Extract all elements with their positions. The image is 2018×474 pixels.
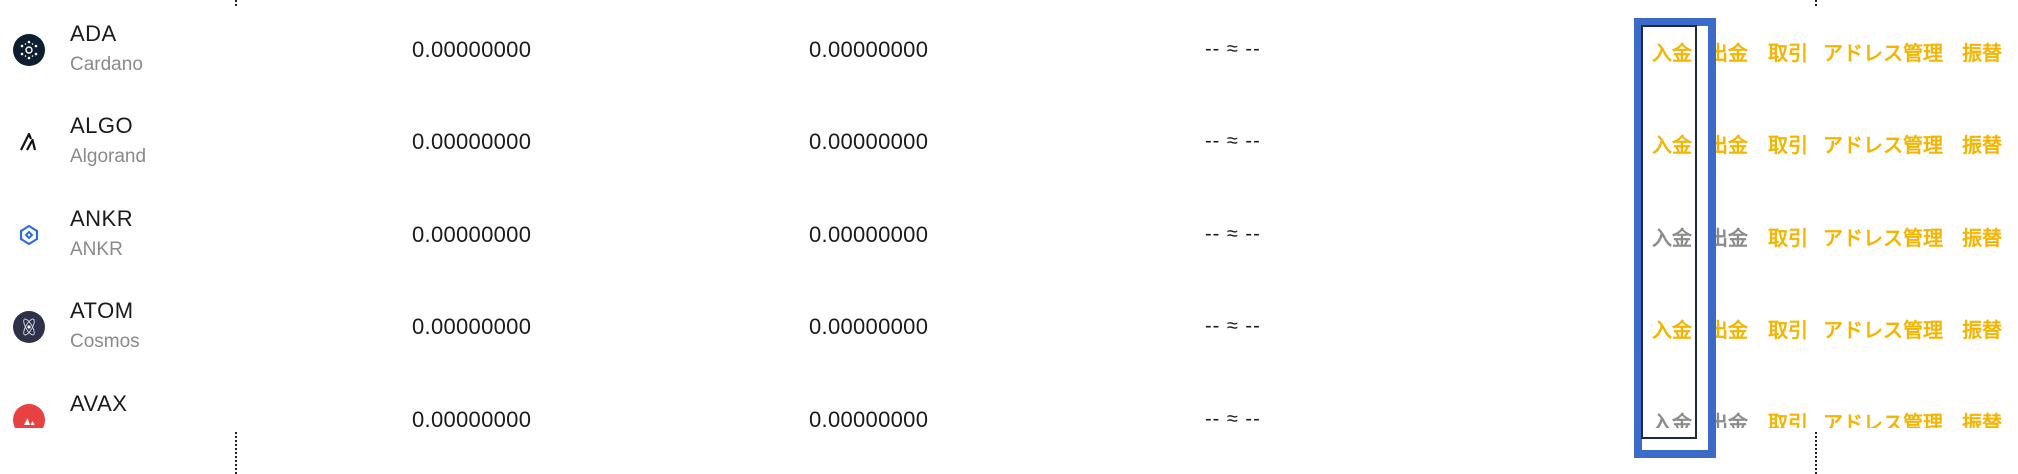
fiat-value: -- ≈ -- [1205,38,1261,60]
address-management-button[interactable]: アドレス管理 [1823,222,1943,251]
asset-symbol: ATOM [70,298,134,323]
available-balance: 0.00000000 [412,129,532,154]
available-balance: 0.00000000 [412,407,532,428]
available-balance: 0.00000000 [412,314,532,339]
algorand-icon [13,126,45,158]
available-balance: 0.00000000 [412,37,532,62]
address-management-button[interactable]: アドレス管理 [1823,407,1943,428]
asset-name: Cardano [70,54,143,75]
avalanche-icon [13,404,45,428]
withdraw-button[interactable]: 出金 [1708,37,1748,66]
asset-symbol: AVAX [70,391,128,416]
fiat-value: -- ≈ -- [1205,223,1261,245]
trade-button[interactable]: 取引 [1768,314,1808,343]
transfer-button[interactable]: 振替 [1962,314,2002,343]
total-balance: 0.00000000 [809,407,929,428]
asset-row-avax: AVAX 0.00000000 0.00000000 -- ≈ -- 入金 出金… [0,374,2018,428]
deposit-button[interactable]: 入金 [1652,37,1692,66]
asset-row-algo: ALGO Algorand 0.00000000 0.00000000 -- ≈… [0,96,2018,188]
guide-line-right-top [1815,0,1817,6]
transfer-button[interactable]: 振替 [1962,37,2002,66]
deposit-button[interactable]: 入金 [1652,407,1692,428]
withdraw-button[interactable]: 出金 [1708,314,1748,343]
deposit-button[interactable]: 入金 [1652,222,1692,251]
withdraw-button[interactable]: 出金 [1708,129,1748,158]
guide-line-left-bottom [235,432,237,474]
asset-list: ADA Cardano 0.00000000 0.00000000 -- ≈ -… [0,0,2018,428]
available-balance: 0.00000000 [412,222,532,247]
guide-line-right-bottom [1815,432,1817,474]
asset-row-ada: ADA Cardano 0.00000000 0.00000000 -- ≈ -… [0,4,2018,96]
transfer-button[interactable]: 振替 [1962,407,2002,428]
asset-row-atom: ATOM Cosmos 0.00000000 0.00000000 -- ≈ -… [0,281,2018,373]
trade-button[interactable]: 取引 [1768,407,1808,428]
deposit-button[interactable]: 入金 [1652,314,1692,343]
cardano-icon [13,34,45,66]
address-management-button[interactable]: アドレス管理 [1823,314,1943,343]
fiat-value: -- ≈ -- [1205,315,1261,337]
asset-row-ankr: ANKR ANKR 0.00000000 0.00000000 -- ≈ -- … [0,189,2018,281]
asset-symbol: ANKR [70,206,134,231]
trade-button[interactable]: 取引 [1768,129,1808,158]
total-balance: 0.00000000 [809,129,929,154]
fiat-value: -- ≈ -- [1205,130,1261,152]
transfer-button[interactable]: 振替 [1962,129,2002,158]
address-management-button[interactable]: アドレス管理 [1823,129,1943,158]
trade-button[interactable]: 取引 [1768,37,1808,66]
cosmos-icon [13,311,45,343]
asset-symbol: ADA [70,21,117,46]
deposit-button[interactable]: 入金 [1652,129,1692,158]
fiat-value: -- ≈ -- [1205,408,1261,428]
asset-name: ANKR [70,239,123,260]
total-balance: 0.00000000 [809,222,929,247]
transfer-button[interactable]: 振替 [1962,222,2002,251]
address-management-button[interactable]: アドレス管理 [1823,37,1943,66]
ankr-icon [13,219,45,251]
asset-symbol: ALGO [70,113,134,138]
trade-button[interactable]: 取引 [1768,222,1808,251]
asset-name: Algorand [70,146,147,167]
withdraw-button[interactable]: 出金 [1708,407,1748,428]
total-balance: 0.00000000 [809,37,929,62]
total-balance: 0.00000000 [809,314,929,339]
asset-name: Cosmos [70,331,140,352]
guide-line-left-top [235,0,237,6]
withdraw-button[interactable]: 出金 [1708,222,1748,251]
